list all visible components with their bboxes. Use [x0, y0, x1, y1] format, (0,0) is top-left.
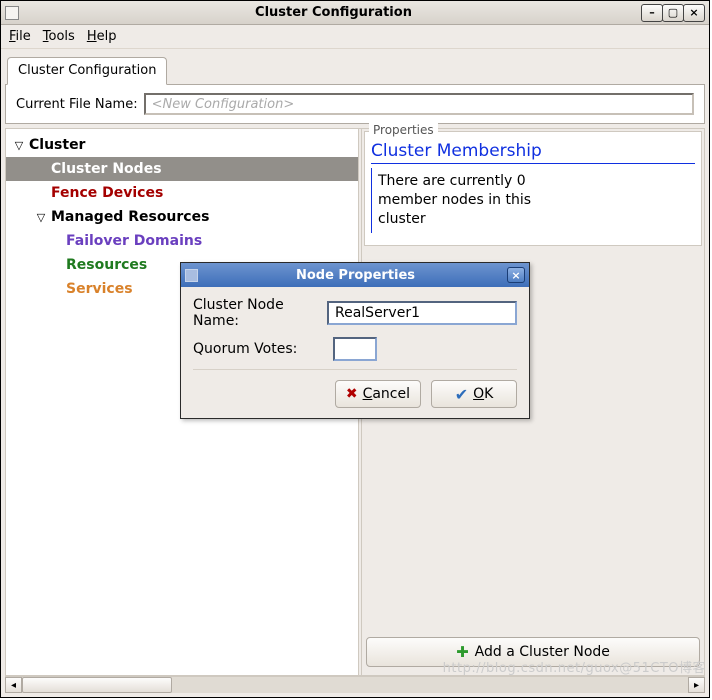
- ok-icon: ✔: [455, 385, 468, 404]
- scroll-right-icon[interactable]: ▸: [688, 677, 705, 693]
- quorum-votes-input[interactable]: [333, 337, 377, 361]
- tree-item-managed-resources[interactable]: ▽ Managed Resources: [6, 205, 358, 229]
- tree-item-failover-domains[interactable]: Failover Domains: [6, 229, 358, 253]
- current-file-label: Current File Name:: [16, 97, 138, 112]
- cancel-button[interactable]: ✖ Cancel: [335, 380, 421, 408]
- minimize-button[interactable]: –: [641, 4, 663, 22]
- node-properties-dialog: Node Properties × Cluster Node Name: Quo…: [180, 262, 530, 419]
- plus-icon: ✚: [456, 643, 469, 661]
- dialog-titlebar[interactable]: Node Properties ×: [181, 263, 529, 287]
- expander-icon[interactable]: ▽: [34, 211, 48, 224]
- add-cluster-node-button[interactable]: ✚ Add a Cluster Node: [366, 637, 700, 667]
- window-system-icon[interactable]: [5, 6, 19, 20]
- menubar: File Tools Help: [1, 25, 709, 49]
- scroll-left-icon[interactable]: ◂: [5, 677, 22, 693]
- properties-frame: Properties Cluster Membership There are …: [364, 131, 702, 246]
- properties-body: There are currently 0 member nodes in th…: [371, 168, 581, 233]
- dialog-separator: [193, 369, 517, 370]
- tab-cluster-configuration[interactable]: Cluster Configuration: [7, 57, 167, 85]
- tree-item-cluster[interactable]: ▽ Cluster: [6, 133, 358, 157]
- cancel-icon: ✖: [346, 386, 358, 402]
- scroll-thumb[interactable]: [22, 677, 172, 693]
- tree-item-fence-devices[interactable]: Fence Devices: [6, 181, 358, 205]
- menu-file[interactable]: File: [9, 29, 31, 44]
- titlebar[interactable]: Cluster Configuration – ▢ ×: [1, 1, 709, 25]
- notebook-page: Current File Name: <New Configuration>: [5, 84, 705, 124]
- dialog-system-icon[interactable]: [185, 269, 198, 282]
- horizontal-scrollbar[interactable]: ◂ ▸: [5, 676, 705, 693]
- node-name-label: Cluster Node Name:: [193, 297, 327, 329]
- dialog-title: Node Properties: [204, 268, 507, 283]
- window-title: Cluster Configuration: [25, 5, 642, 20]
- notebook-tabs: Cluster Configuration: [5, 57, 705, 85]
- scroll-track[interactable]: [22, 677, 688, 693]
- ok-button[interactable]: ✔ OK: [431, 380, 517, 408]
- properties-title: Cluster Membership: [371, 141, 695, 164]
- node-name-input[interactable]: [327, 301, 517, 325]
- current-file-input[interactable]: <New Configuration>: [144, 93, 694, 115]
- menu-help[interactable]: Help: [87, 29, 117, 44]
- tree-item-cluster-nodes[interactable]: Cluster Nodes: [6, 157, 358, 181]
- maximize-button[interactable]: ▢: [662, 4, 684, 22]
- close-button[interactable]: ×: [683, 4, 705, 22]
- quorum-votes-label: Quorum Votes:: [193, 341, 333, 357]
- dialog-close-button[interactable]: ×: [507, 267, 525, 283]
- menu-tools[interactable]: Tools: [43, 29, 75, 44]
- properties-legend: Properties: [369, 123, 438, 137]
- expander-icon[interactable]: ▽: [12, 139, 26, 152]
